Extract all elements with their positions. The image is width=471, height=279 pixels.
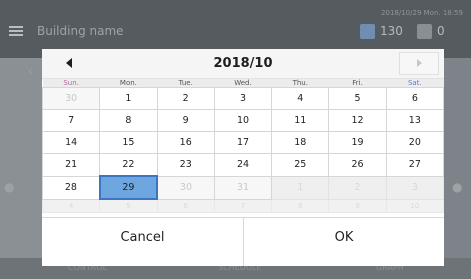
day-cell[interactable]: 25 <box>271 153 330 177</box>
week-row: 30 1 2 3 4 5 6 <box>41 87 445 110</box>
day-cell: 4 <box>41 198 101 213</box>
day-cell: 31 <box>213 175 273 200</box>
day-cell[interactable]: 14 <box>41 131 101 154</box>
day-cell: 8 <box>271 198 330 213</box>
day-cell[interactable]: 10 <box>213 109 273 132</box>
weekday-label: Thu. <box>271 79 329 88</box>
month-header: 2018/10 <box>42 49 444 79</box>
weekday-label: Sat. <box>386 79 444 88</box>
day-cell: 9 <box>328 198 387 213</box>
weekday-label: Sun. <box>42 79 100 88</box>
day-cell[interactable]: 11 <box>271 109 330 132</box>
circle-right-icon: ● <box>452 180 463 194</box>
day-cell[interactable]: 15 <box>99 131 158 154</box>
day-cell: 7 <box>213 198 273 213</box>
day-cell[interactable]: 7 <box>41 109 101 132</box>
day-cell[interactable]: 19 <box>328 131 387 154</box>
menu-icon[interactable] <box>9 26 23 37</box>
day-cell[interactable]: 2 <box>156 87 215 110</box>
day-cell: 1 <box>271 175 330 200</box>
day-cell: 10 <box>385 198 445 213</box>
day-cell[interactable]: 20 <box>385 131 445 154</box>
day-cell[interactable]: 1 <box>99 87 158 110</box>
alarm-icon <box>417 24 432 39</box>
day-cell[interactable]: 28 <box>41 175 101 200</box>
cancel-button[interactable]: Cancel <box>42 218 243 266</box>
day-cell[interactable]: 9 <box>156 109 215 132</box>
week-row: 7 8 9 10 11 12 13 <box>41 109 445 132</box>
day-cell[interactable]: 23 <box>156 153 215 177</box>
day-cell: 5 <box>99 198 158 213</box>
day-cell: 3 <box>385 175 445 200</box>
alarm-count: 0 <box>437 24 445 38</box>
day-cell[interactable]: 3 <box>213 87 273 110</box>
day-cell[interactable]: 30 <box>41 87 101 110</box>
weekday-header: Sun. Mon. Tue. Wed. Thu. Fri. Sat. <box>42 79 444 88</box>
day-cell[interactable]: 21 <box>41 153 101 177</box>
background-panel <box>0 58 42 258</box>
day-cell[interactable]: 18 <box>271 131 330 154</box>
month-title: 2018/10 <box>213 56 273 71</box>
day-cell: 30 <box>156 175 215 200</box>
day-cell[interactable]: 17 <box>213 131 273 154</box>
building-name: Building name <box>37 24 124 38</box>
weekday-label: Mon. <box>99 79 158 88</box>
day-cell[interactable]: 16 <box>156 131 215 154</box>
week-row: 21 22 23 24 25 26 27 <box>41 153 445 177</box>
weekday-label: Fri. <box>328 79 387 88</box>
day-cell[interactable]: 27 <box>385 153 445 177</box>
day-cell[interactable]: 5 <box>328 87 387 110</box>
week-row: 14 15 16 17 18 19 20 <box>41 131 445 154</box>
week-row: 4 5 6 7 8 9 10 <box>41 198 445 213</box>
next-month-button[interactable] <box>399 52 439 75</box>
power-count: 130 <box>380 24 403 38</box>
ok-button[interactable]: OK <box>243 218 444 266</box>
day-cell[interactable]: 12 <box>328 109 387 132</box>
power-icon <box>360 24 375 39</box>
selected-day-cell[interactable]: 29 <box>98 175 159 200</box>
day-cell: 2 <box>328 175 387 200</box>
weekday-label: Tue. <box>157 79 215 88</box>
day-cell[interactable]: 22 <box>99 153 158 177</box>
chevron-left-icon: ‹ <box>28 64 33 78</box>
day-cell: 6 <box>156 198 215 213</box>
calendar-grid: Sun. Mon. Tue. Wed. Thu. Fri. Sat. 30 1 … <box>41 79 445 213</box>
day-cell[interactable]: 6 <box>385 87 445 110</box>
weekday-label: Wed. <box>214 79 272 88</box>
datetime: 2018/10/29 Mon. 18:59 <box>381 9 463 17</box>
circle-left-icon: ● <box>4 180 15 194</box>
dialog-footer: Cancel OK <box>42 217 444 266</box>
day-cell[interactable]: 4 <box>271 87 330 110</box>
day-cell[interactable]: 24 <box>213 153 273 177</box>
week-row: 28 29 30 31 1 2 3 <box>41 175 445 200</box>
date-picker-dialog: 2018/10 Sun. Mon. Tue. Wed. Thu. Fri. Sa… <box>41 49 445 266</box>
day-cell[interactable]: 8 <box>99 109 158 132</box>
day-cell[interactable]: 26 <box>328 153 387 177</box>
day-cell[interactable]: 13 <box>385 109 445 132</box>
